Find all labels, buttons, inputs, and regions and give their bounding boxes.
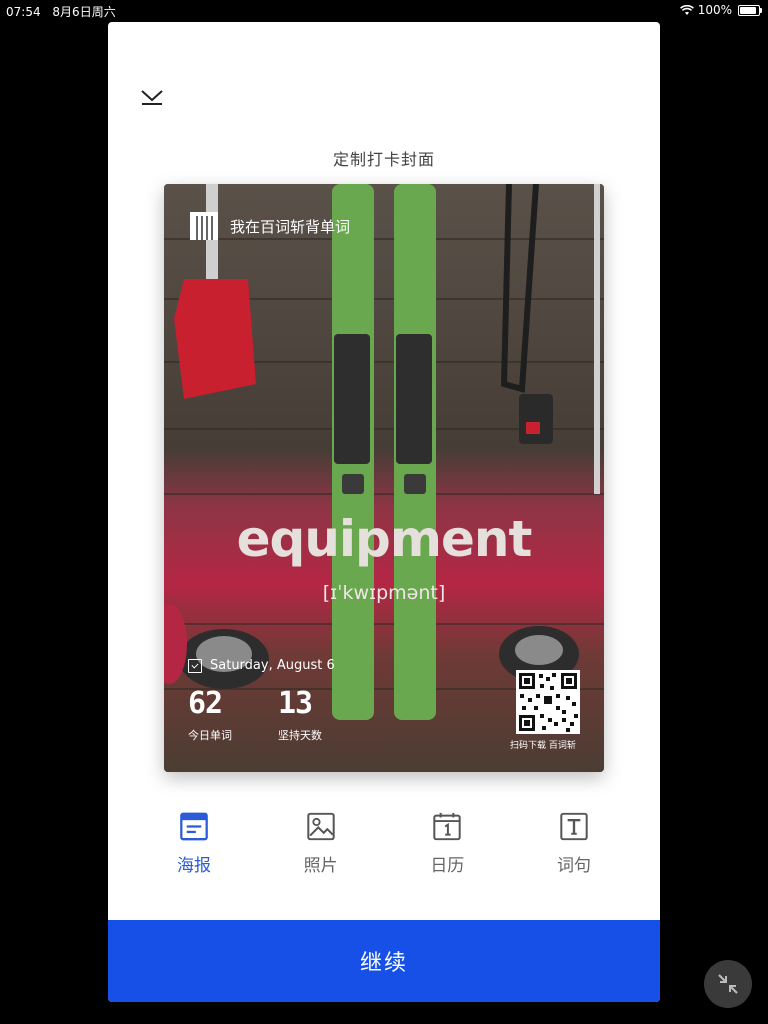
battery-icon bbox=[738, 4, 762, 16]
word-phonetic: [ɪˈkwɪpmənt] bbox=[322, 582, 446, 604]
tab-label: 日历 bbox=[430, 856, 465, 876]
qr-caption-brand: 百词斩 bbox=[548, 741, 576, 751]
stat-label: 今日单词 bbox=[188, 729, 232, 742]
cover-editor-sheet: 定制打卡封面 我在百词斩背单词 equipment [ɪˈkwɪpmənt] S… bbox=[108, 22, 660, 1002]
continue-button[interactable]: 继续 bbox=[108, 920, 660, 1002]
text-icon bbox=[560, 812, 588, 841]
minimize-float-button[interactable] bbox=[704, 960, 752, 1008]
status-date: 8月6日周六 bbox=[52, 5, 116, 19]
stat-today-words: 62 今日单词 bbox=[188, 686, 232, 743]
checkin-date: Saturday, August 6 bbox=[188, 658, 335, 673]
sheet-title: 定制打卡封面 bbox=[332, 150, 435, 169]
stat-value: 13 bbox=[278, 686, 313, 721]
tab-label: 照片 bbox=[303, 856, 338, 876]
shrink-arrows-icon bbox=[718, 974, 738, 994]
stat-label: 坚持天数 bbox=[278, 729, 322, 742]
stat-streak-days: 13 坚持天数 bbox=[278, 686, 322, 743]
tab-calendar[interactable]: 日历 bbox=[407, 812, 487, 876]
calendar-check-icon bbox=[188, 658, 202, 673]
poster-icon bbox=[180, 812, 208, 841]
battery-fill bbox=[740, 6, 756, 14]
baicizhan-logo bbox=[190, 212, 218, 240]
cover-preview: 我在百词斩背单词 equipment [ɪˈkwɪpmənt] Saturday… bbox=[164, 184, 604, 772]
brand-text: 我在百词斩背单词 bbox=[230, 217, 351, 236]
collapse-chevron-icon[interactable] bbox=[138, 86, 166, 106]
template-tab-bar: 海报 照片 日历 词句 bbox=[154, 812, 614, 876]
qr-caption: 扫码下载 百词斩 bbox=[510, 738, 576, 751]
wifi-icon bbox=[679, 4, 694, 15]
qr-caption-prefix: 扫码下载 bbox=[510, 741, 547, 751]
word-title: equipment bbox=[236, 510, 533, 568]
tab-label: 海报 bbox=[177, 856, 211, 876]
brand-banner: 我在百词斩背单词 bbox=[190, 212, 350, 240]
tab-text[interactable]: 词句 bbox=[534, 812, 614, 876]
stat-value: 62 bbox=[188, 686, 223, 721]
status-bar: 07:54 8月6日周六 100% bbox=[0, 0, 768, 20]
battery-percent: 100% bbox=[697, 3, 732, 17]
tab-photo[interactable]: 照片 bbox=[281, 812, 361, 876]
date-text: Saturday, August 6 bbox=[210, 658, 335, 673]
calendar-icon bbox=[433, 812, 461, 841]
download-qr-code bbox=[516, 670, 580, 734]
status-time: 07:54 bbox=[6, 5, 41, 19]
tab-label: 词句 bbox=[556, 856, 591, 876]
photo-icon bbox=[306, 812, 335, 841]
tab-poster[interactable]: 海报 bbox=[154, 812, 234, 876]
